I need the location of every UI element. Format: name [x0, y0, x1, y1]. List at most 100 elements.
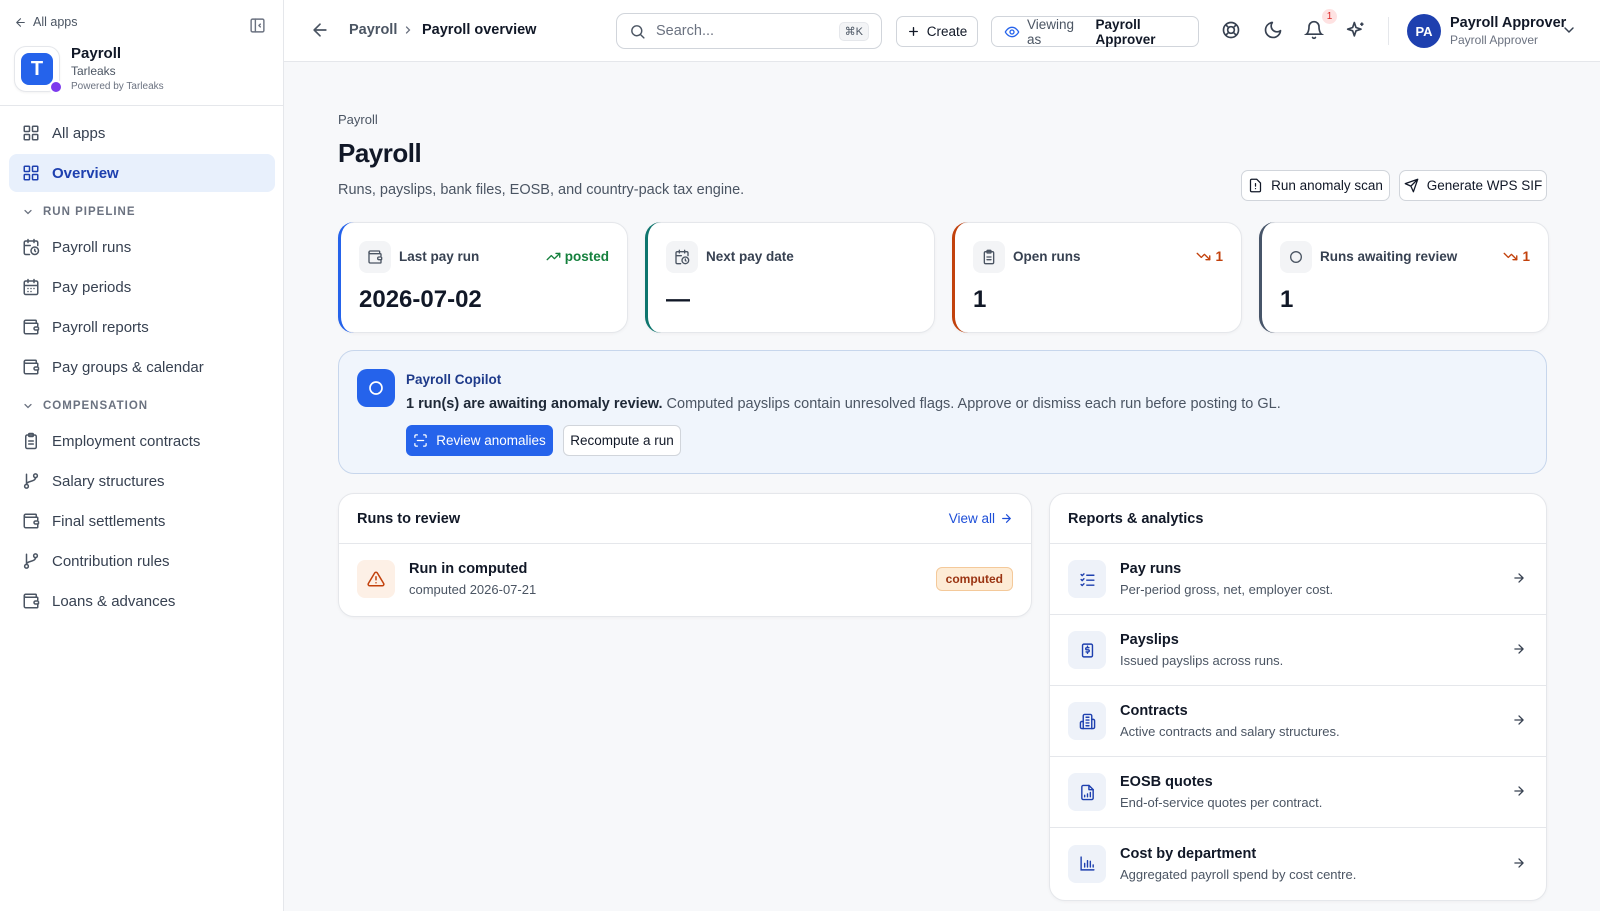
file-alert-icon [1248, 178, 1263, 193]
app-logo-badge [49, 80, 63, 94]
sidebar-item-payroll-runs[interactable]: Payroll runs [9, 228, 275, 266]
sidebar-header: All apps T Payroll Tarleaks Powered by T… [0, 0, 283, 106]
kpi-card-last-pay-run[interactable]: Last pay run posted 2026-07-02 [338, 222, 628, 333]
report-subtitle: Aggregated payroll spend by cost centre. [1120, 866, 1357, 882]
report-text: Payslips Issued payslips across runs. [1120, 632, 1498, 668]
sidebar-item-pay-periods[interactable]: Pay periods [9, 268, 275, 306]
back-button[interactable] [310, 20, 332, 42]
review-anomalies-button[interactable]: Review anomalies [406, 425, 553, 456]
trending-down-icon [1503, 249, 1518, 264]
report-title: Payslips [1120, 632, 1179, 648]
generate-wps-sif-label: Generate WPS SIF [1426, 178, 1543, 193]
runs-card-header: Runs to review View all [339, 494, 1031, 544]
kpi-card-runs-awaiting-review[interactable]: Runs awaiting review 1 1 [1259, 222, 1549, 333]
kpi-value: 1 [1280, 286, 1294, 313]
report-item-payslips[interactable]: Payslips Issued payslips across runs. [1050, 615, 1546, 686]
help-button[interactable] [1221, 20, 1243, 42]
sidebar-toggle-icon [249, 17, 266, 34]
bell-icon [1304, 20, 1326, 40]
list-item[interactable]: Run in computed computed 2026-07-21 comp… [339, 544, 1031, 614]
kpi-label: Last pay run [399, 249, 480, 264]
create-button[interactable]: Create [896, 16, 978, 47]
ai-assistant-button[interactable] [1346, 20, 1368, 42]
viewing-as-selector[interactable]: Viewing as Payroll Approver [991, 16, 1199, 47]
report-subtitle: Active contracts and salary structures. [1120, 724, 1340, 739]
scan-icon [413, 433, 428, 448]
trending-up-icon [546, 249, 561, 264]
sidebar-item-pay-groups[interactable]: Pay groups & calendar [9, 348, 275, 386]
copilot-icon [357, 369, 395, 407]
kpi-accent [645, 222, 663, 333]
user-menu-toggle[interactable] [1561, 22, 1579, 40]
run-title: Run in computed [409, 561, 528, 577]
run-anomaly-scan-button[interactable]: Run anomaly scan [1241, 170, 1390, 201]
wallet-icon [359, 241, 391, 273]
viewing-as-role: Payroll Approver [1095, 16, 1156, 47]
sidebar-item-employment-contracts[interactable]: Employment contracts [9, 422, 275, 460]
kpi-accent [1259, 222, 1277, 333]
sidebar-item-contribution-rules[interactable]: Contribution rules [9, 542, 275, 580]
back-to-all-apps-link[interactable]: All apps [14, 15, 77, 29]
user-name[interactable]: Payroll Approver [1450, 15, 1566, 31]
page-breadcrumb[interactable]: Payroll [338, 112, 378, 127]
kpi-card-next-pay-date[interactable]: Next pay date — [645, 222, 935, 333]
sidebar-item-loans-advances[interactable]: Loans & advances [9, 582, 275, 620]
sidebar-item-label: Final settlements [52, 512, 166, 530]
section-title: COMPENSATION [43, 400, 149, 412]
calendar-clock-icon [22, 238, 40, 256]
viewing-as-label: Viewing as [1027, 16, 1075, 47]
kpi-card-open-runs[interactable]: Open runs 1 1 [952, 222, 1242, 333]
sidebar-item-all-apps[interactable]: All apps [9, 114, 275, 152]
section-toggle-run-pipeline[interactable]: RUN PIPELINE [0, 196, 284, 228]
send-icon [1404, 178, 1419, 193]
sidebar-item-label: Overview [52, 164, 119, 182]
search-input[interactable]: Search... ⌘K [616, 13, 882, 49]
reports-analytics-card: Reports & analytics Pay runs Per-period … [1049, 493, 1547, 901]
avatar[interactable]: PA [1407, 14, 1441, 48]
sidebar-item-overview[interactable]: Overview [9, 154, 275, 192]
chevron-down-icon [1561, 22, 1579, 38]
report-item-cost-by-department[interactable]: Cost by department Aggregated payroll sp… [1050, 828, 1546, 899]
section-toggle-compensation[interactable]: COMPENSATION [0, 390, 284, 422]
arrow-right-icon [1512, 784, 1528, 800]
grid-icon [22, 164, 40, 182]
page-title: Payroll [338, 138, 422, 168]
report-text: Contracts Active contracts and salary st… [1120, 703, 1498, 739]
sidebar-item-payroll-reports[interactable]: Payroll reports [9, 308, 275, 346]
generate-wps-sif-button[interactable]: Generate WPS SIF [1399, 170, 1547, 201]
report-subtitle: Per-period gross, net, employer cost. [1120, 582, 1334, 597]
collapse-sidebar-button[interactable] [246, 14, 268, 36]
copilot-message-bold: 1 run(s) are awaiting anomaly review. [406, 396, 663, 412]
breadcrumb-parent[interactable]: Payroll [349, 22, 397, 38]
sidebar-item-salary-structures[interactable]: Salary structures [9, 462, 275, 500]
user-role: Payroll Approver [1450, 33, 1539, 47]
sidebar-item-label: Pay periods [52, 278, 132, 296]
view-all-link[interactable]: View all [949, 511, 1013, 526]
copilot-title: Payroll Copilot [406, 372, 502, 387]
wallet-icon [22, 592, 40, 610]
header-divider [1388, 17, 1389, 45]
sidebar-item-label: Salary structures [52, 472, 165, 490]
view-all-label: View all [948, 511, 995, 526]
notifications-button[interactable] [1304, 20, 1326, 42]
sidebar-item-label: Employment contracts [52, 432, 201, 450]
report-title: Cost by department [1120, 845, 1257, 862]
back-to-all-apps-label: All apps [33, 15, 78, 29]
arrow-right-icon [1512, 642, 1528, 658]
report-item-contracts[interactable]: Contracts Active contracts and salary st… [1050, 686, 1546, 757]
lifebuoy-icon [1221, 20, 1243, 40]
kpi-value: 1 [973, 286, 987, 313]
theme-toggle-button[interactable] [1263, 20, 1285, 42]
kpi-value: — [666, 286, 690, 313]
recompute-run-button[interactable]: Recompute a run [563, 425, 681, 456]
report-item-pay-runs[interactable]: Pay runs Per-period gross, net, employer… [1050, 544, 1546, 615]
arrow-right-icon [1512, 571, 1528, 587]
clipboard-icon [973, 241, 1005, 273]
kpi-trend: 1 [1503, 249, 1530, 264]
arrow-right-icon [1512, 856, 1528, 872]
chevron-down-icon [22, 206, 34, 218]
report-title: EOSB quotes [1120, 774, 1213, 790]
app-logo-mark: T [21, 53, 53, 85]
sidebar-item-final-settlements[interactable]: Final settlements [9, 502, 275, 540]
report-item-eosb-quotes[interactable]: EOSB quotes End-of-service quotes per co… [1050, 757, 1546, 828]
